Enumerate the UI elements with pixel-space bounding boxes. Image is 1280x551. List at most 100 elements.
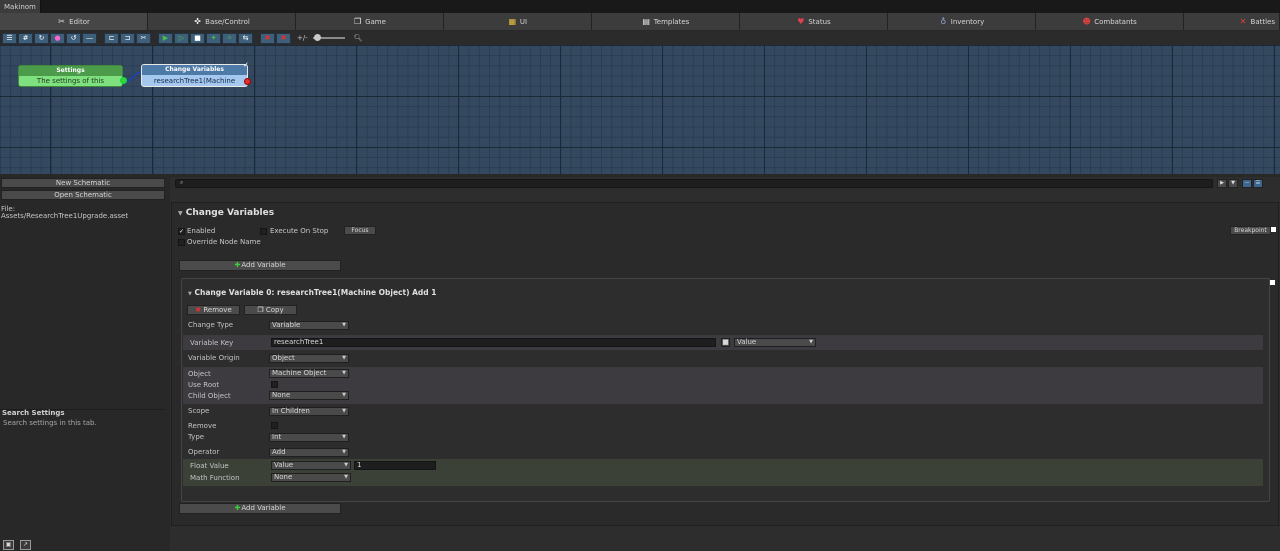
enabled-checkbox[interactable]: ✓	[178, 228, 185, 235]
type-dropdown[interactable]: Int ▼	[269, 433, 349, 442]
node-inspector: ⌕ ▶ ▼ — ☰ ▼ Change Variables ✓ Enabled E…	[170, 177, 1280, 551]
cut-button[interactable]: ✂	[136, 32, 151, 44]
scope-dropdown[interactable]: In Children ▼	[269, 407, 349, 416]
tab-base-control[interactable]: ✜ Base/Control	[148, 13, 296, 30]
variable-key-field[interactable]: researchTree1	[271, 338, 716, 347]
child-object-label: Child Object	[188, 392, 231, 400]
change-variable-title[interactable]: ▼ Change Variable 0: researchTree1(Machi…	[188, 288, 437, 297]
add-node-below-button[interactable]: ✧	[222, 32, 237, 44]
add-node-button[interactable]: ✦	[206, 32, 221, 44]
collapse-button[interactable]: —	[1242, 179, 1252, 188]
expand-button[interactable]: ☰	[1253, 179, 1263, 188]
new-schematic-button[interactable]: New Schematic	[1, 178, 165, 188]
child-object-dropdown[interactable]: None ▼	[269, 391, 349, 400]
list-view-button[interactable]: ☰	[2, 32, 17, 44]
color-button[interactable]: ●	[50, 32, 65, 44]
minimize-button[interactable]: —	[82, 32, 97, 44]
add-variable-button-bottom[interactable]: ✚Add Variable	[179, 503, 341, 514]
tab-label: Inventory	[950, 17, 985, 26]
file-path: Assets/ResearchTree1Upgrade.asset	[1, 212, 129, 220]
refresh-button[interactable]: ↻	[34, 32, 49, 44]
operator-dropdown[interactable]: Add ▼	[269, 448, 349, 457]
execute-on-stop-checkbox[interactable]	[260, 228, 267, 235]
tab-status[interactable]: ♥ Status	[740, 13, 888, 30]
section-title-label: Change Variables	[185, 208, 275, 218]
align-right-button[interactable]: ⊐	[120, 32, 135, 44]
popout-icon[interactable]: ↗	[20, 540, 31, 550]
open-schematic-button[interactable]: Open Schematic	[1, 190, 165, 200]
override-node-name-checkbox[interactable]	[178, 239, 185, 246]
stop-button[interactable]: ■	[190, 32, 205, 44]
tab-battles[interactable]: ✕ Battles	[1184, 13, 1280, 30]
settings-node[interactable]: Settings The settings of this schematic.	[18, 65, 123, 87]
change-type-dropdown[interactable]: Variable ▼	[269, 321, 349, 330]
remove-checkbox[interactable]	[271, 422, 278, 429]
category-tab-bar: ✂ Editor ✜ Base/Control ❒ Game ▦ UI ▤ Templat…	[0, 13, 1280, 30]
tab-game[interactable]: ❒ Game	[296, 13, 444, 30]
use-root-label: Use Root	[188, 381, 220, 389]
search-settings-panel	[0, 409, 166, 538]
float-value-field[interactable]: 1	[354, 461, 436, 470]
section-title[interactable]: ▼ Change Variables	[178, 208, 274, 218]
checkmark-icon: ✓	[243, 61, 249, 69]
float-value-source-value: Value	[274, 461, 294, 469]
swap-button[interactable]: ⇆	[238, 32, 253, 44]
variable-origin-row: Variable Origin Object ▼	[183, 352, 1263, 364]
schematic-canvas[interactable]: Settings The settings of this schematic.…	[0, 45, 1280, 174]
cut-icon: ✂	[140, 33, 147, 42]
add-variable-label: Add Variable	[241, 261, 286, 269]
tab-templates[interactable]: ▤ Templates	[592, 13, 740, 30]
scope-label: Scope	[188, 407, 210, 415]
remove-button[interactable]: ✖ Remove	[187, 305, 240, 315]
tab-combatants[interactable]: ☻ Combatants	[1036, 13, 1184, 30]
change-variables-node[interactable]: Change Variables researchTree1(Machine O…	[141, 64, 248, 87]
float-value-group: Float Value Value ▼ 1 Math Function None ▼	[183, 459, 1263, 486]
change-variable-item: ▼ Change Variable 0: researchTree1(Machi…	[181, 278, 1275, 502]
tab-inventory[interactable]: ♁ Inventory	[888, 13, 1036, 30]
object-dropdown[interactable]: Machine Object ▼	[269, 369, 349, 378]
node-body: researchTree1(Machine Object)	[153, 77, 236, 85]
play-button[interactable]: ▶	[158, 32, 173, 44]
add-variable-button[interactable]: ✚Add Variable	[179, 260, 341, 271]
change-variable-title-label: Change Variable 0: researchTree1(Machine…	[194, 288, 437, 297]
variable-origin-value: Object	[272, 354, 295, 362]
window-tab[interactable]: Makinom	[0, 0, 41, 13]
reset-button[interactable]: ↺	[66, 32, 81, 44]
copy-button[interactable]: ❐ Copy	[244, 305, 297, 315]
delete-all-button[interactable]: ✖	[276, 32, 291, 44]
float-value-source-dropdown[interactable]: Value ▼	[271, 461, 351, 470]
tab-editor[interactable]: ✂ Editor	[0, 13, 148, 30]
align-left-button[interactable]: ⊏	[104, 32, 119, 44]
output-port-unconnected[interactable]	[244, 78, 251, 85]
dropdown-button[interactable]: ▼	[1228, 179, 1238, 188]
search-input[interactable]: ⌕	[175, 179, 1213, 188]
save-icon[interactable]: ▣	[3, 540, 14, 550]
zoom-slider-knob[interactable]	[314, 34, 321, 41]
variable-key-source-dropdown[interactable]: Value ▼	[734, 338, 816, 347]
input-mode-button[interactable]: ■	[721, 338, 730, 347]
math-function-dropdown[interactable]: None ▼	[271, 473, 351, 482]
search-icon: 🔍︎	[353, 34, 363, 42]
tab-ui[interactable]: ▦ UI	[444, 13, 592, 30]
delete-icon: ✖	[195, 306, 202, 314]
delete-button[interactable]: ✖	[260, 32, 275, 44]
variable-origin-dropdown[interactable]: Object ▼	[269, 354, 349, 363]
search-settings-title: Search Settings	[2, 409, 65, 417]
override-node-name-label: Override Node Name	[187, 238, 261, 246]
gamepad-icon: ✜	[194, 17, 201, 26]
grid-toggle-button[interactable]: #	[18, 32, 33, 44]
use-root-checkbox[interactable]	[271, 381, 278, 388]
focus-button[interactable]: Focus	[344, 226, 376, 235]
breakpoint-button[interactable]: Breakpoint	[1230, 226, 1271, 235]
square-icon: ■	[722, 338, 729, 346]
zoom-slider[interactable]	[312, 34, 345, 41]
play-step-button[interactable]: ▷	[174, 32, 189, 44]
next-button[interactable]: ▶	[1217, 179, 1227, 188]
output-port[interactable]	[120, 77, 127, 84]
file-info: File: Assets/ResearchTree1Upgrade.asset	[1, 206, 128, 220]
tab-label: Combatants	[1094, 17, 1137, 26]
change-variables-panel: ▼ Change Variables ✓ Enabled Execute On …	[171, 202, 1279, 526]
title-bar	[0, 0, 1280, 13]
zoom-label: +/-	[297, 34, 308, 42]
tab-label: Templates	[653, 17, 690, 26]
